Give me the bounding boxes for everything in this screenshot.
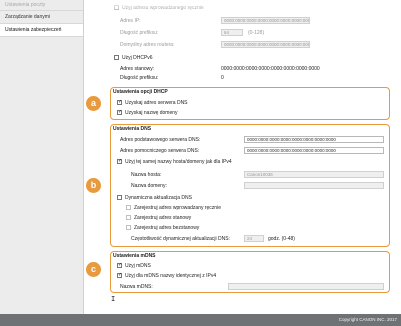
get-domain-name-checkbox[interactable]: ✓ xyxy=(117,110,122,115)
sidebar-item-security-settings[interactable]: Ustawienia zabezpieczeń xyxy=(0,24,83,37)
get-domain-name-label: Uzyskaj nazwę domeny xyxy=(125,110,178,116)
settings-content: Użyj adresu wprowadzanego ręcznie Adres … xyxy=(84,0,401,314)
mdns-settings-title: Ustawienia mDNS xyxy=(113,253,156,259)
get-dns-address-label: Uzyskaj adres serwera DNS xyxy=(125,100,188,106)
domain-name-field[interactable] xyxy=(244,182,384,189)
dhcpv6-checkbox[interactable] xyxy=(114,55,119,60)
primary-dns-field[interactable]: 0000:0000:0000:0000:0000:0000:0000:0000 xyxy=(244,136,384,143)
stateful-address-label: Adres stanowy: xyxy=(120,66,155,72)
prefix-range-label: (0-128) xyxy=(248,30,265,36)
copyright-text: Copyright CANON INC. 2017 xyxy=(338,317,397,322)
same-mdns-name-checkbox[interactable]: ✓ xyxy=(117,273,122,278)
sidebar-item-data-management[interactable]: Zarządzanie danymi xyxy=(0,11,83,24)
update-interval-label: Częstotliwość dynamicznej aktualizacji D… xyxy=(131,236,230,242)
update-interval-unit: godz. (0-48) xyxy=(268,236,295,242)
same-host-checkbox[interactable]: ✓ xyxy=(117,159,122,164)
ip-address-field[interactable]: 0000:0000:0000:0000:0000:0000:0000:0000 xyxy=(221,17,310,24)
register-manual-checkbox[interactable] xyxy=(126,205,131,210)
dns-settings-title: Ustawienia DNS xyxy=(113,126,152,132)
register-manual-label: Zarejestruj adres wprowadzany ręcznie xyxy=(134,205,221,211)
scroll-fade xyxy=(84,0,401,10)
secondary-dns-field[interactable]: 0000:0000:0000:0000:0000:0000:0000:0000 xyxy=(244,147,384,154)
register-stateless-checkbox[interactable] xyxy=(126,225,131,230)
mdns-name-label: Nazwa mDNS: xyxy=(120,284,153,290)
dynamic-dns-checkbox[interactable] xyxy=(117,195,122,200)
dhcpv6-label: Użyj DHCPv6 xyxy=(122,55,153,61)
sidebar-item-mail-settings[interactable]: Ustawienia poczty xyxy=(0,0,83,11)
use-mdns-checkbox[interactable]: ✓ xyxy=(117,263,122,268)
stateful-prefix-value: 0 xyxy=(221,75,224,81)
router-address-label: Domyślny adres routera: xyxy=(120,42,175,48)
footer-bar: Copyright CANON INC. 2017 xyxy=(0,314,401,326)
stateful-prefix-label: Długość prefiksu: xyxy=(120,75,159,81)
callout-badge-c: c xyxy=(86,262,101,277)
prefix-length-field[interactable]: 64 xyxy=(221,29,243,36)
host-name-field[interactable]: Canon10036 xyxy=(244,171,384,178)
mdns-name-field[interactable] xyxy=(228,283,384,290)
host-name-label: Nazwa hosta: xyxy=(131,172,162,178)
primary-dns-label: Adres podstawowego serwera DNS: xyxy=(120,137,201,143)
text-cursor-icon: I xyxy=(111,295,116,303)
prefix-length-label: Długość prefiksu: xyxy=(120,30,159,36)
get-dns-address-checkbox[interactable]: ✓ xyxy=(117,100,122,105)
dynamic-dns-label: Dynamiczna aktualizacja DNS xyxy=(125,195,192,201)
use-mdns-label: Użyj mDNS xyxy=(125,263,151,269)
secondary-dns-label: Adres pomocniczego serwera DNS: xyxy=(120,148,200,154)
same-mdns-name-label: Użyj dla mDNS nazwy identycznej z IPv4 xyxy=(125,273,217,279)
callout-badge-b: b xyxy=(86,178,101,193)
domain-name-label: Nazwa domeny: xyxy=(131,183,167,189)
ip-address-label: Adres IP: xyxy=(120,18,141,24)
register-stateful-label: Zarejestruj adres stanowy xyxy=(134,215,192,221)
dhcp-options-title: Ustawienia opcji DHCP xyxy=(113,89,168,95)
stateful-address-value: 0000:0000:0000:0000:0000:0000:0000:0000 xyxy=(221,66,320,72)
register-stateful-checkbox[interactable] xyxy=(126,215,131,220)
register-stateless-label: Zarejestruj adres bezstanowy xyxy=(134,225,200,231)
sidebar: Ustawienia poczty Zarządzanie danymi Ust… xyxy=(0,0,84,314)
update-interval-field[interactable]: 24 xyxy=(244,235,264,242)
same-host-label: Użyj tej samej nazwy hosta/domeny jak dl… xyxy=(125,159,232,165)
router-address-field[interactable]: 0000:0000:0000:0000:0000:0000:0000:0000 xyxy=(221,41,310,48)
callout-badge-a: a xyxy=(86,96,101,111)
